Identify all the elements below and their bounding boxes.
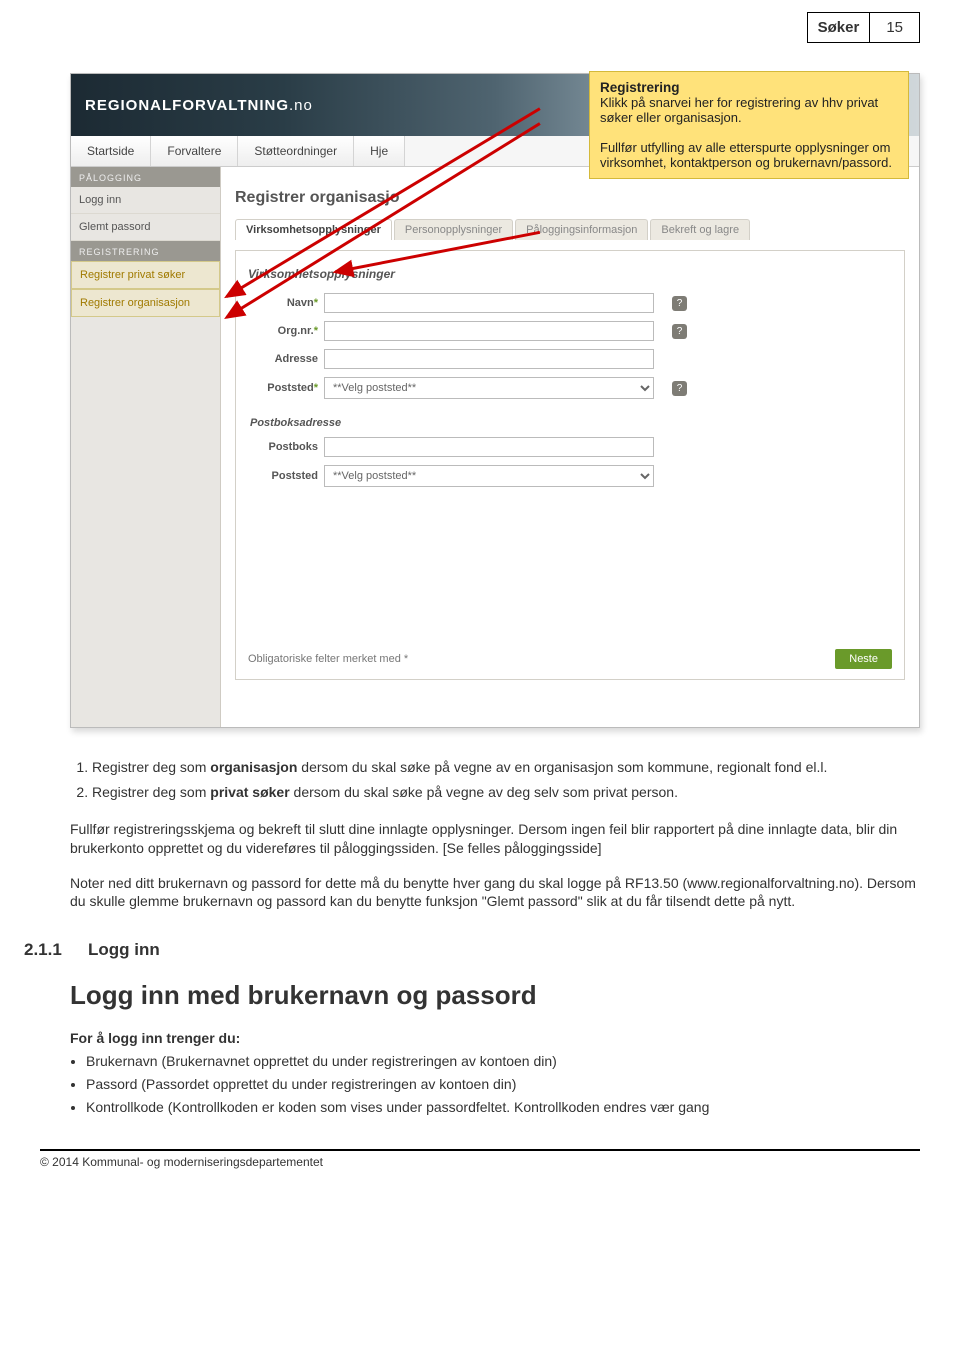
input-navn[interactable] — [324, 293, 654, 313]
label-poststed2: Poststed — [248, 470, 318, 482]
form-footer: Obligatoriske felter merket med * Neste — [248, 649, 892, 669]
row-adresse: Adresse — [248, 349, 892, 369]
sidebar: PÅLOGGING Logg inn Glemt passord REGISTR… — [71, 167, 221, 727]
ordered-list: Registrer deg som organisasjon dersom du… — [70, 758, 920, 802]
form-tabs: Virksomhetsopplysninger Personopplysning… — [235, 219, 905, 240]
header-page-number: 15 — [869, 12, 920, 43]
li1a: Registrer deg som — [92, 759, 210, 775]
form-tab-bekreft[interactable]: Bekreft og lagre — [650, 219, 750, 240]
label-orgnr-text: Org.nr. — [278, 325, 314, 337]
row-poststed: Poststed* **Velg poststed** ? — [248, 377, 892, 399]
li2b: privat søker — [210, 784, 289, 800]
label-poststed-text: Poststed — [267, 382, 313, 394]
bullet-2: Passord (Passordet opprettet du under re… — [86, 1075, 920, 1094]
help-icon[interactable]: ? — [672, 324, 687, 339]
sidebar-section-registrering: REGISTRERING — [71, 241, 220, 261]
topnav-stotteordninger[interactable]: Støtteordninger — [238, 136, 354, 166]
select-poststed[interactable]: **Velg poststed** — [324, 377, 654, 399]
form-tab-palogging[interactable]: Påloggingsinformasjon — [515, 219, 648, 240]
form-tab-person[interactable]: Personopplysninger — [394, 219, 513, 240]
bullet-1: Brukernavn (Brukernavnet opprettet du un… — [86, 1052, 920, 1071]
bullet-list: Brukernavn (Brukernavnet opprettet du un… — [70, 1052, 920, 1117]
sidebar-item-registrer-privat[interactable]: Registrer privat søker — [71, 261, 220, 289]
list-item-2: Registrer deg som privat søker dersom du… — [92, 783, 920, 802]
row-poststed2: Poststed **Velg poststed** — [248, 465, 892, 487]
topnav-forvaltere[interactable]: Forvaltere — [151, 136, 238, 166]
li1c: dersom du skal søke på vegne av en organ… — [297, 759, 827, 775]
page-header: Søker 15 — [0, 0, 960, 43]
sidebar-section-login: PÅLOGGING — [71, 167, 220, 187]
header-label: Søker — [807, 12, 870, 43]
callout-p2: Fullfør utfylling av alle etterspurte op… — [600, 140, 892, 170]
sidebar-item-registrer-organisasjon[interactable]: Registrer organisasjon — [71, 289, 220, 317]
next-button[interactable]: Neste — [835, 649, 892, 669]
callout-box: Registrering Klikk på snarvei her for re… — [589, 71, 909, 179]
label-orgnr: Org.nr.* — [248, 325, 318, 337]
form-tab-virksomhet[interactable]: Virksomhetsopplysninger — [235, 219, 392, 240]
section-title: Logg inn — [88, 940, 160, 959]
sidebar-item-glemt-passord[interactable]: Glemt passord — [71, 214, 220, 241]
content-title: Registrer organisasjo — [235, 189, 905, 207]
big-title: Logg inn med brukernavn og passord — [70, 978, 920, 1013]
paragraph-1: Fullfør registreringsskjema og bekreft t… — [70, 820, 920, 858]
input-adresse[interactable] — [324, 349, 654, 369]
select-poststed2[interactable]: **Velg poststed** — [324, 465, 654, 487]
row-postboks: Postboks — [248, 437, 892, 457]
sub-bold: For å logg inn trenger du: — [70, 1029, 920, 1048]
subheading-postboks: Postboksadresse — [250, 417, 892, 429]
li1b: organisasjon — [210, 759, 297, 775]
help-icon[interactable]: ? — [672, 381, 687, 396]
label-navn: Navn* — [248, 297, 318, 309]
label-adresse: Adresse — [248, 353, 318, 365]
screenshot-frame: REGIONALFORVALTNING.no Startside Forvalt… — [70, 73, 920, 728]
label-navn-text: Navn — [287, 297, 314, 309]
section-heading: 2.1.1Logg inn — [24, 939, 920, 962]
list-item-1: Registrer deg som organisasjon dersom du… — [92, 758, 920, 777]
callout-title: Registrering — [600, 80, 898, 95]
row-orgnr: Org.nr.* ? — [248, 321, 892, 341]
topnav-startside[interactable]: Startside — [71, 136, 151, 166]
page-footer: © 2014 Kommunal- og moderniseringsdepart… — [40, 1149, 920, 1169]
app-body: PÅLOGGING Logg inn Glemt passord REGISTR… — [71, 167, 919, 727]
li2c: dersom du skal søke på vegne av deg selv… — [290, 784, 678, 800]
input-orgnr[interactable] — [324, 321, 654, 341]
bullet-3: Kontrollkode (Kontrollkoden er koden som… — [86, 1098, 920, 1117]
input-postboks[interactable] — [324, 437, 654, 457]
mandatory-note: Obligatoriske felter merket med * — [248, 653, 408, 665]
brand-text: REGIONALFORVALTNING — [85, 97, 289, 114]
sidebar-item-logg-inn[interactable]: Logg inn — [71, 187, 220, 214]
row-navn: Navn* ? — [248, 293, 892, 313]
form-panel: Virksomhetsopplysninger Navn* ? Org.nr.*… — [235, 250, 905, 680]
help-icon[interactable]: ? — [672, 296, 687, 311]
document-body: Registrer deg som organisasjon dersom du… — [70, 758, 920, 1117]
topnav-hjelp[interactable]: Hje — [354, 136, 405, 166]
brand-suffix: .no — [289, 97, 313, 114]
callout-p1: Klikk på snarvei her for registrering av… — [600, 95, 878, 125]
panel-title: Virksomhetsopplysninger — [248, 267, 892, 281]
li2a: Registrer deg som — [92, 784, 210, 800]
brand: REGIONALFORVALTNING.no — [85, 97, 313, 114]
content-area: Registrer organisasjo Virksomhetsopplysn… — [221, 167, 919, 727]
label-postboks: Postboks — [248, 441, 318, 453]
section-number: 2.1.1 — [24, 939, 88, 962]
label-poststed: Poststed* — [248, 382, 318, 394]
paragraph-2: Noter ned ditt brukernavn og passord for… — [70, 874, 920, 912]
